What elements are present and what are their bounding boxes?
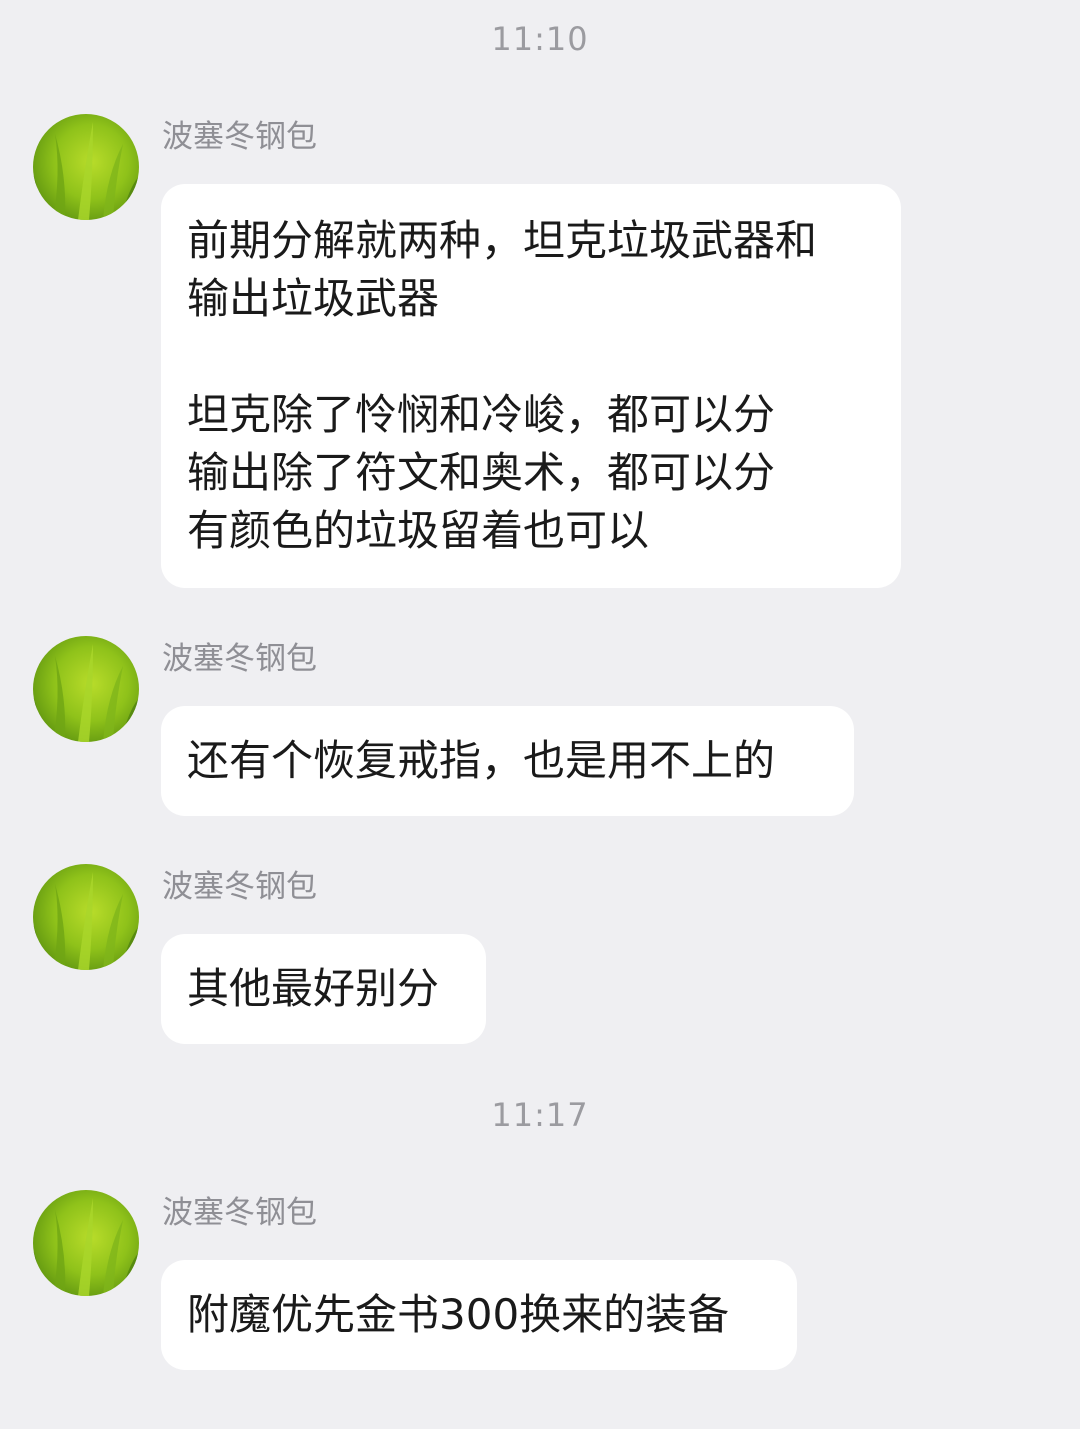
- message-line: 附魔优先金书300换来的装备: [187, 1290, 730, 1339]
- message-bubble[interactable]: 前期分解就两种，坦克垃圾武器和 输出垃圾武器 坦克除了怜悯和冷峻，都可以分 输出…: [161, 184, 901, 588]
- time-divider: 11:10: [491, 20, 589, 58]
- message-bubble[interactable]: 还有个恢复戒指，也是用不上的: [161, 706, 854, 816]
- message-line: 前期分解就两种，坦克垃圾武器和: [187, 216, 818, 265]
- message-bubble[interactable]: 附魔优先金书300换来的装备: [161, 1260, 797, 1370]
- sender-name: 波塞冬钢包: [162, 1195, 317, 1231]
- grass-avatar-icon[interactable]: [33, 864, 139, 970]
- message-line: 输出垃圾武器: [187, 274, 440, 323]
- message-line: 其他最好别分: [187, 964, 440, 1013]
- sender-name: 波塞冬钢包: [162, 641, 317, 677]
- sender-name: 波塞冬钢包: [162, 119, 317, 155]
- message-line: 坦克除了怜悯和冷峻，都可以分: [187, 390, 776, 439]
- sender-name: 波塞冬钢包: [162, 869, 317, 905]
- grass-avatar-icon[interactable]: [33, 636, 139, 742]
- message-line: 有颜色的垃圾留着也可以: [187, 506, 650, 555]
- message-line: 输出除了符文和奥术，都可以分: [187, 448, 776, 497]
- message-line: 还有个恢复戒指，也是用不上的: [187, 736, 776, 785]
- time-divider: 11:17: [491, 1096, 589, 1134]
- grass-avatar-icon[interactable]: [33, 1190, 139, 1296]
- chat-window: 11:10 波塞冬钢包 前期分解就两种，坦克垃圾武器和 输出垃圾武器 坦克除了怜…: [0, 0, 1080, 1429]
- message-bubble[interactable]: 其他最好别分: [161, 934, 486, 1044]
- grass-avatar-icon[interactable]: [33, 114, 139, 220]
